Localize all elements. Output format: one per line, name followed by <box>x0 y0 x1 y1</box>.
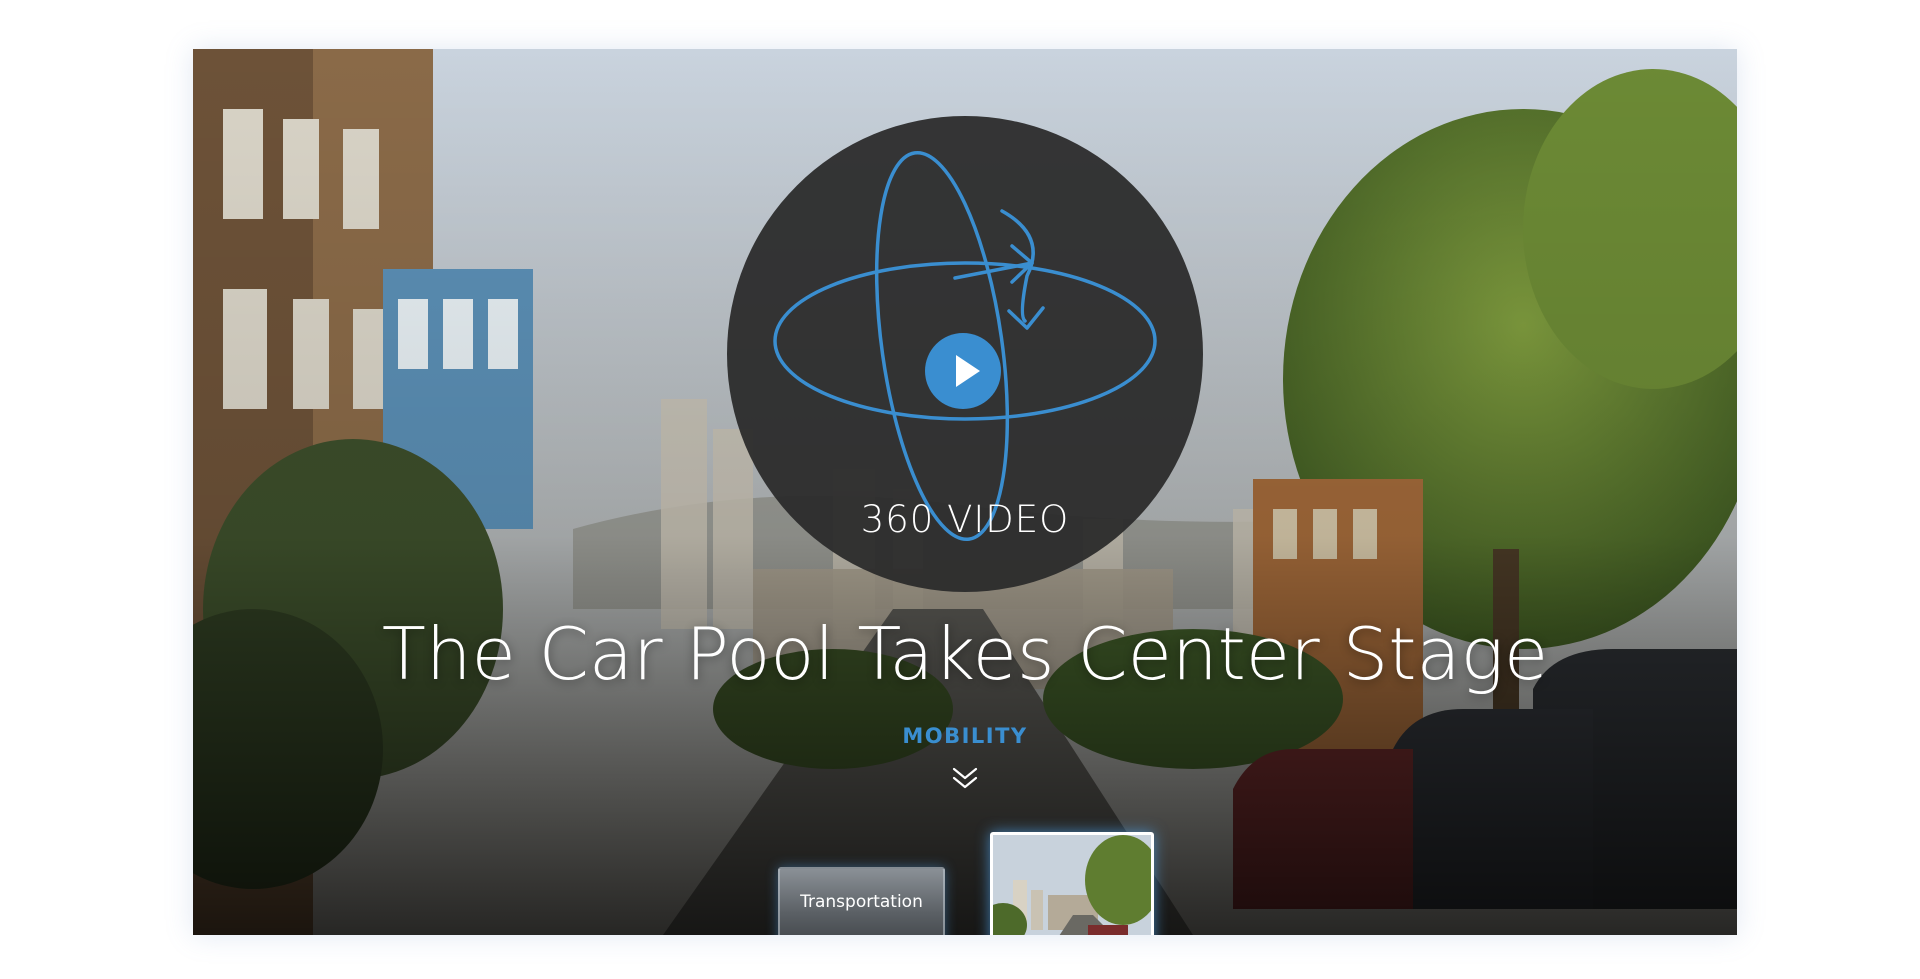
page: 360 VIDEO The Car Pool Takes Center Stag… <box>0 0 1920 979</box>
double-chevron-down-icon[interactable] <box>948 764 982 792</box>
360-video-badge[interactable]: 360 VIDEO <box>727 116 1203 592</box>
play-button[interactable] <box>925 333 1001 409</box>
thumbnail-image <box>993 835 1151 935</box>
thumbnail-active[interactable] <box>990 832 1154 935</box>
play-icon <box>956 355 980 387</box>
category-link[interactable]: MOBILITY <box>193 724 1737 748</box>
page-title: The Car Pool Takes Center Stage <box>381 612 1549 696</box>
hero-banner: 360 VIDEO The Car Pool Takes Center Stag… <box>193 49 1737 935</box>
thumbnail-transportation[interactable]: Transportation <box>778 867 945 935</box>
thumbnail-label: Transportation <box>800 892 923 912</box>
badge-label: 360 VIDEO <box>860 498 1070 541</box>
